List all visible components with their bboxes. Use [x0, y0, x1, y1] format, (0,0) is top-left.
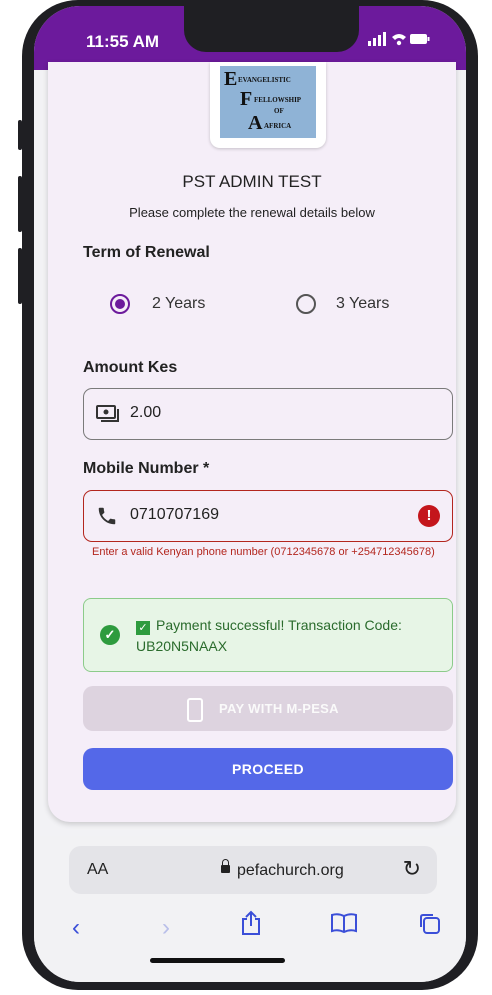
mobile-number-field[interactable]: 0710707169 !	[83, 490, 453, 542]
page-subtitle: Please complete the renewal details belo…	[129, 205, 375, 220]
mobile-error-text: Enter a valid Kenyan phone number (07123…	[92, 546, 435, 558]
error-icon: !	[418, 505, 440, 527]
renewal-card: E EVANGELISTIC F FELLOWSHIP OF A AFRICA …	[48, 62, 456, 822]
status-indicators-icon	[368, 32, 430, 50]
pay-with-mpesa-button[interactable]: PAY WITH M-PESA	[83, 686, 453, 731]
logo-word-of: OF	[274, 107, 284, 115]
checkbox-check-icon: ✓	[136, 621, 150, 635]
camera-notch	[184, 6, 359, 52]
signal-wifi-battery-icon	[368, 32, 430, 46]
bookmarks-icon[interactable]	[330, 912, 358, 941]
phone-icon	[96, 505, 118, 532]
phone-screen: 11:55 AM E EVANGELISTIC F FELLOWSHIP OF …	[34, 6, 466, 982]
radio-2-years[interactable]	[110, 294, 130, 314]
logo-initial-a: A	[248, 112, 263, 134]
lock-icon	[221, 859, 230, 873]
status-time: 11:55 AM	[86, 32, 160, 51]
radio-3-years-label[interactable]: 3 Years	[336, 295, 389, 313]
term-label: Term of Renewal	[83, 244, 210, 261]
share-icon[interactable]	[240, 910, 262, 943]
url-text[interactable]: pefachurch.org	[237, 862, 344, 880]
reload-icon[interactable]: ↻	[403, 856, 421, 882]
text-size-button[interactable]: AA	[87, 861, 108, 879]
status-bar: 11:55 AM	[34, 6, 466, 70]
logo-initial-f: F	[240, 88, 253, 110]
amount-field[interactable]: 2.00	[83, 388, 453, 440]
mpesa-button-label: PAY WITH M-PESA	[219, 701, 339, 716]
logo-word-africa: AFRICA	[264, 122, 292, 130]
logo-word-evangelistic: EVANGELISTIC	[238, 76, 291, 84]
back-icon[interactable]: ‹	[72, 914, 80, 942]
mobile-phone-icon	[187, 698, 203, 722]
radio-3-years[interactable]	[296, 294, 316, 314]
proceed-button[interactable]: PROCEED	[83, 748, 453, 790]
logo-initial-e: E	[224, 68, 238, 90]
logo-word-fellowship: FELLOWSHIP	[254, 96, 302, 104]
tabs-icon[interactable]	[418, 912, 442, 943]
amount-value: 2.00	[130, 404, 162, 421]
check-circle-icon: ✓	[100, 625, 120, 645]
success-message: Payment successful! Transaction Code: UB…	[136, 617, 402, 654]
radio-2-years-label[interactable]: 2 Years	[152, 295, 205, 313]
home-indicator[interactable]	[150, 958, 285, 963]
address-bar[interactable]: AA pefachurch.org ↻	[69, 846, 437, 894]
mobile-value: 0710707169	[130, 506, 219, 523]
mobile-label: Mobile Number *	[83, 460, 210, 477]
efa-logo: E EVANGELISTIC F FELLOWSHIP OF A AFRICA	[210, 62, 326, 148]
cash-icon	[96, 403, 120, 428]
forward-icon[interactable]: ›	[162, 914, 170, 942]
payment-success-alert: ✓ ✓ Payment successful! Transaction Code:…	[83, 598, 453, 672]
amount-label: Amount Kes	[83, 359, 178, 376]
page-title: PST ADMIN TEST	[182, 172, 322, 191]
